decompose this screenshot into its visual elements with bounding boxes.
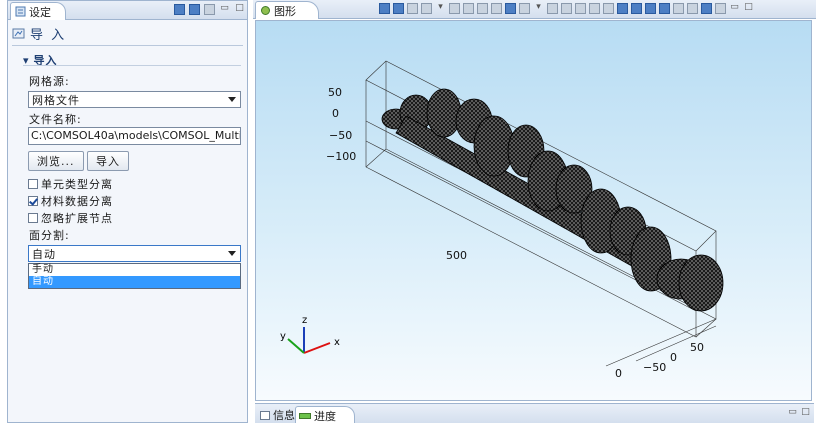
checkbox-box[interactable] [28,179,38,189]
select-icon[interactable] [589,3,600,14]
face-partition-dropdown: 手动 自动 [28,263,241,289]
checkbox-element-type-split[interactable]: 单元类型分离 [28,176,113,192]
checkbox-ignore-extended-nodes[interactable]: 忽略扩展节点 [28,210,113,226]
settings-icon [15,6,26,17]
axis-tick-label: 50 [690,341,704,354]
axis-tick-label: −100 [326,150,356,163]
chevron-down-icon [228,97,236,102]
chevron-down-icon [228,251,236,256]
chevron-down-icon[interactable]: ▾ [533,3,544,14]
maximize-icon[interactable]: □ [234,4,245,15]
triad-label-x: x [334,337,340,348]
face-partition-value: 自动 [32,247,56,261]
wireframe-icon[interactable] [617,3,628,14]
lighting-icon[interactable] [659,3,670,14]
checkbox-label: 单元类型分离 [41,178,113,191]
filename-label: 文件名称: [29,113,82,126]
build-icon[interactable] [189,4,200,15]
messages-icon [260,410,270,420]
section-title-text: 导 入 [30,28,67,43]
zoom-box-icon[interactable] [477,3,488,14]
dropdown-option-manual[interactable]: 手动 [29,264,240,276]
zoom-extents-icon[interactable] [379,3,390,14]
graphics-viewport[interactable]: 50 0 −50 −100 500 50 0 −50 0 z x y [255,20,812,401]
axis-tick-label: 50 [328,86,342,99]
triad-label-z: z [302,315,307,326]
graphics-toolbar: ▾ ▾ ▭ □ [379,3,754,14]
minimize-icon[interactable]: ▭ [219,4,230,15]
tab-graphics[interactable]: 图形 [255,1,319,19]
axis-tick-label: 0 [332,107,339,120]
camera-view-icon[interactable] [421,3,432,14]
minimize-icon[interactable]: ▭ [787,408,798,419]
mesh-source-value: 网格文件 [32,93,80,107]
tab-messages-label: 信息 [273,409,295,422]
scene-light-icon[interactable] [673,3,684,14]
chevron-down-icon[interactable]: ▾ [435,3,446,14]
axis-icon[interactable] [687,3,698,14]
window-edge [0,0,7,423]
deselect-icon[interactable] [603,3,614,14]
axis-tick-label: 0 [615,367,622,380]
zoom-selected-icon[interactable] [491,3,502,14]
screenshot-icon[interactable] [715,3,726,14]
checkbox-box[interactable] [28,213,38,223]
tab-progress-label: 进度 [314,409,336,423]
checkbox-label: 忽略扩展节点 [41,212,113,225]
group-divider [23,65,241,66]
graphics-tabbar: 图形 ▾ ▾ ▭ □ [253,0,816,19]
maximize-icon[interactable]: □ [800,408,811,419]
transparency-icon[interactable] [645,3,656,14]
crankshaft-model[interactable] [381,88,724,312]
render-icon[interactable] [631,3,642,14]
face-partition-label: 面分割: [29,229,70,242]
clear-icon[interactable] [701,3,712,14]
tab-graphics-label: 图形 [274,4,296,18]
checkbox-box[interactable] [28,196,38,206]
zoom-out-icon[interactable] [463,3,474,14]
zoom-in-icon[interactable] [449,3,460,14]
view-icon[interactable] [204,4,215,15]
settings-tabbar: 设定 ▭ □ [8,1,247,20]
checkbox-material-split[interactable]: 材料数据分离 [28,193,113,209]
axis-triad: z x y [280,315,340,354]
rotate-icon[interactable] [407,3,418,14]
xy-view-icon[interactable] [547,3,558,14]
zx-view-icon[interactable] [575,3,586,14]
minimize-icon[interactable]: ▭ [729,3,740,14]
mesh-source-label: 网格源: [29,75,70,88]
triad-label-y: y [280,331,286,342]
yz-view-icon[interactable] [561,3,572,14]
import-icon [12,28,25,39]
axis-tick-label: 0 [670,351,677,364]
graphics-panel: 图形 ▾ ▾ ▭ □ 50 0 −50 −100 500 50 0 −50 0 … [253,0,816,423]
axis-tick-label: 500 [446,249,467,262]
divider [12,45,243,46]
settings-panel: 设定 ▭ □ 导 入 ▾ 导入 网格源: 网格文件 文件名称: C:\COMSO… [7,0,248,423]
tab-progress[interactable]: 进度 [295,406,355,423]
app-window: 设定 ▭ □ 导 入 ▾ 导入 网格源: 网格文件 文件名称: C:\COMSO… [0,0,816,423]
3d-scene: 50 0 −50 −100 500 50 0 −50 0 z x y [280,60,724,380]
dropdown-option-auto[interactable]: 自动 [29,276,240,288]
axis-tick-label: −50 [643,361,666,374]
import-button[interactable]: 导入 [87,151,129,171]
grid-icon[interactable] [505,3,516,14]
checkbox-label: 材料数据分离 [41,195,113,208]
face-partition-select[interactable]: 自动 [28,245,241,262]
graphics-icon [261,6,270,15]
browse-button[interactable]: 浏览... [28,151,84,171]
bottom-tabbar: 信息 进度 ▭ □ [255,403,814,423]
section-title: 导 入 [12,24,66,43]
tab-settings[interactable]: 设定 [10,2,66,20]
progress-icon [299,412,311,419]
filename-input[interactable]: C:\COMSOL40a\models\COMSOL_Multiph [28,127,241,145]
settings-toolbar: ▭ □ [174,4,245,15]
axis-tick-label: −50 [329,129,352,142]
reset-view-icon[interactable] [393,3,404,14]
compute-icon[interactable] [174,4,185,15]
mesh-source-select[interactable]: 网格文件 [28,91,241,108]
view-direction-icon[interactable] [519,3,530,14]
maximize-icon[interactable]: □ [743,3,754,14]
tab-settings-label: 设定 [29,5,51,19]
